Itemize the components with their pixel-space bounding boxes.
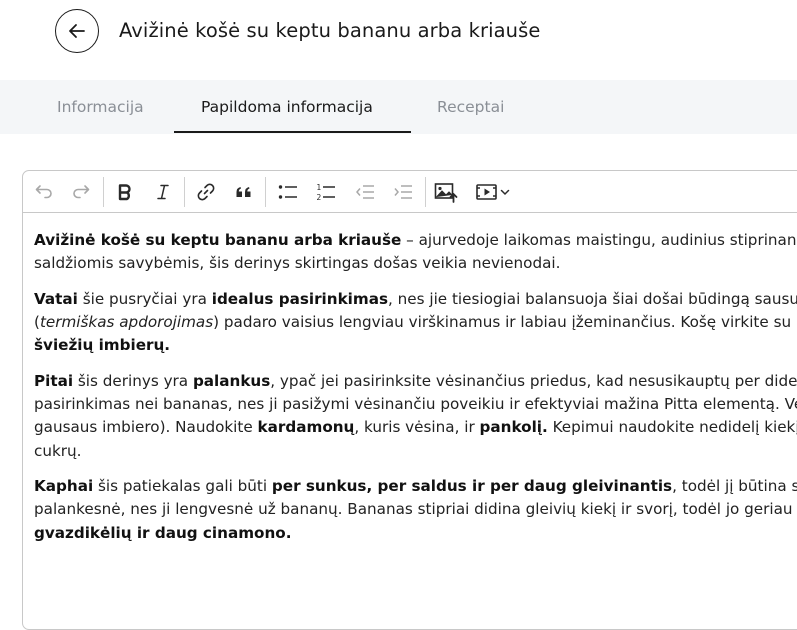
text-line: saldžiomis savybėmis, šis derinys skirti… [34, 252, 797, 275]
text-line: šviežių imbierų. [34, 334, 797, 357]
rich-text-editor: 1 2 Avižinė košė su keptu bananu arba kr… [22, 170, 797, 630]
insert-image-icon [434, 183, 458, 203]
back-button[interactable] [55, 9, 99, 53]
text-line: pasirinkimas nei bananas, nes ji pasižym… [34, 393, 797, 416]
italic-icon [157, 184, 169, 200]
chevron-down-icon [500, 189, 510, 196]
indent-button[interactable] [389, 178, 417, 206]
text-line: (termiškas apdorojimas) padaro vaisius l… [34, 311, 797, 334]
undo-button[interactable] [31, 178, 57, 206]
tab-papildoma-informacija[interactable]: Papildoma informacija [201, 80, 373, 134]
numbered-list-button[interactable]: 1 2 [312, 178, 340, 206]
numbered-list-icon: 1 2 [317, 183, 335, 202]
blockquote-icon [236, 187, 251, 197]
text-line: Kaphai šis patiekalas gali būti per sunk… [34, 475, 797, 498]
bold-text: Avižinė košė su keptu bananu arba kriauš… [34, 231, 402, 249]
text-line: Pitai šis derinys yra palankus, ypač jei… [34, 370, 797, 393]
insert-media-icon [476, 184, 497, 200]
toolbar-separator [265, 177, 266, 207]
text-line: Vatai šie pusryčiai yra idealus pasirink… [34, 288, 797, 311]
redo-icon [73, 185, 90, 199]
bold-text: Vatai [34, 289, 78, 308]
text: , todėl jį būtina stiprinti. [672, 477, 797, 496]
text-line: gausaus imbiero). Naudokite kardamonų, k… [34, 416, 797, 439]
tab-informacija[interactable]: Informacija [57, 80, 144, 134]
text: palankesnė, nes ji lengvesnė už bananų. … [34, 500, 793, 519]
undo-icon [35, 185, 52, 199]
paragraph: Vatai šie pusryčiai yra idealus pasirink… [34, 288, 797, 358]
text-line: cukrų. [34, 440, 797, 463]
paragraph: Pitai šis derinys yra palankus, ypač jei… [34, 370, 797, 463]
editor-toolbar: 1 2 [23, 171, 797, 213]
text: ) padaro vaisius lengviau virškinamus ir… [213, 313, 792, 332]
toolbar-separator [425, 177, 426, 207]
insert-image-button[interactable] [432, 178, 460, 206]
redo-button[interactable] [68, 178, 94, 206]
text: saldžiomis savybėmis, šis derinys skirti… [34, 254, 561, 273]
page-title: Avižinė košė su keptu bananu arba kriauš… [119, 19, 541, 42]
text: gausaus imbiero). Naudokite [34, 418, 258, 437]
text-line: Avižinė košė su keptu bananu arba kriauš… [34, 229, 797, 252]
link-icon [197, 183, 215, 201]
text: – ajurvedoje laikomas maistingu, audiniu… [401, 231, 797, 249]
bold-text: palankus [192, 371, 271, 390]
text: , kuris vėsina, ir [354, 418, 480, 437]
text: šis derinys yra [73, 371, 193, 390]
bold-icon [118, 184, 131, 201]
text-line: gvazdikėlių ir daug cinamono. [34, 522, 797, 545]
text: šie pusryčiai yra [77, 289, 212, 308]
bold-text: per sunkus, per saldus ir per daug gleiv… [271, 477, 673, 496]
paragraph: Kaphai šis patiekalas gali būti per sunk… [34, 475, 797, 545]
text: šis patiekalas gali būti [93, 477, 272, 496]
bold-text: idealus pasirinkimas [211, 289, 388, 308]
bold-button[interactable] [112, 178, 138, 206]
text: cukrų. [34, 441, 82, 460]
bold-text: Kaphai [34, 477, 94, 496]
bold-text: Pitai [34, 371, 74, 390]
outdent-button[interactable] [351, 178, 379, 206]
italic-button[interactable] [150, 178, 176, 206]
text-line: palankesnė, nes ji lengvesnė už bananų. … [34, 498, 797, 521]
bold-text: gvazdikėlių ir daug cinamono. [34, 523, 292, 542]
indent-icon [394, 185, 412, 199]
bulleted-list-icon [278, 185, 297, 199]
paragraph: Avižinė košė su keptu bananu arba kriauš… [34, 229, 797, 275]
italic-text: termiškas apdorojimas [39, 313, 214, 332]
editor-content[interactable]: Avižinė košė su keptu bananu arba kriauš… [34, 229, 797, 557]
svg-text:2: 2 [317, 193, 322, 202]
outdent-icon [356, 185, 374, 199]
text: , nes jie tiesiogiai balansuoja šiai doš… [388, 289, 797, 308]
tabs-bar: Informacija Papildoma informacija Recept… [0, 80, 797, 134]
toolbar-separator [184, 177, 185, 207]
tab-receptai[interactable]: Receptai [437, 80, 504, 134]
link-button[interactable] [193, 178, 219, 206]
text: , ypač jei pasirinksite vėsinančius prie… [270, 371, 797, 390]
header: Avižinė košė su keptu bananu arba kriauš… [0, 0, 797, 80]
blockquote-button[interactable] [231, 178, 257, 206]
svg-text:1: 1 [317, 183, 322, 192]
insert-media-button[interactable] [469, 178, 517, 206]
bold-text: pankolį. [479, 418, 548, 437]
text: Kepimui naudokite nedidelį kiekį [547, 418, 797, 437]
bold-text: šviežių imbierų. [34, 336, 171, 355]
toolbar-separator [103, 177, 104, 207]
active-tab-indicator [174, 131, 411, 133]
text: pasirinkimas nei bananas, nes ji pasižym… [34, 395, 797, 414]
bulleted-list-button[interactable] [274, 178, 302, 206]
arrow-left-icon [69, 24, 85, 38]
bold-text: kardamonų [257, 418, 355, 437]
